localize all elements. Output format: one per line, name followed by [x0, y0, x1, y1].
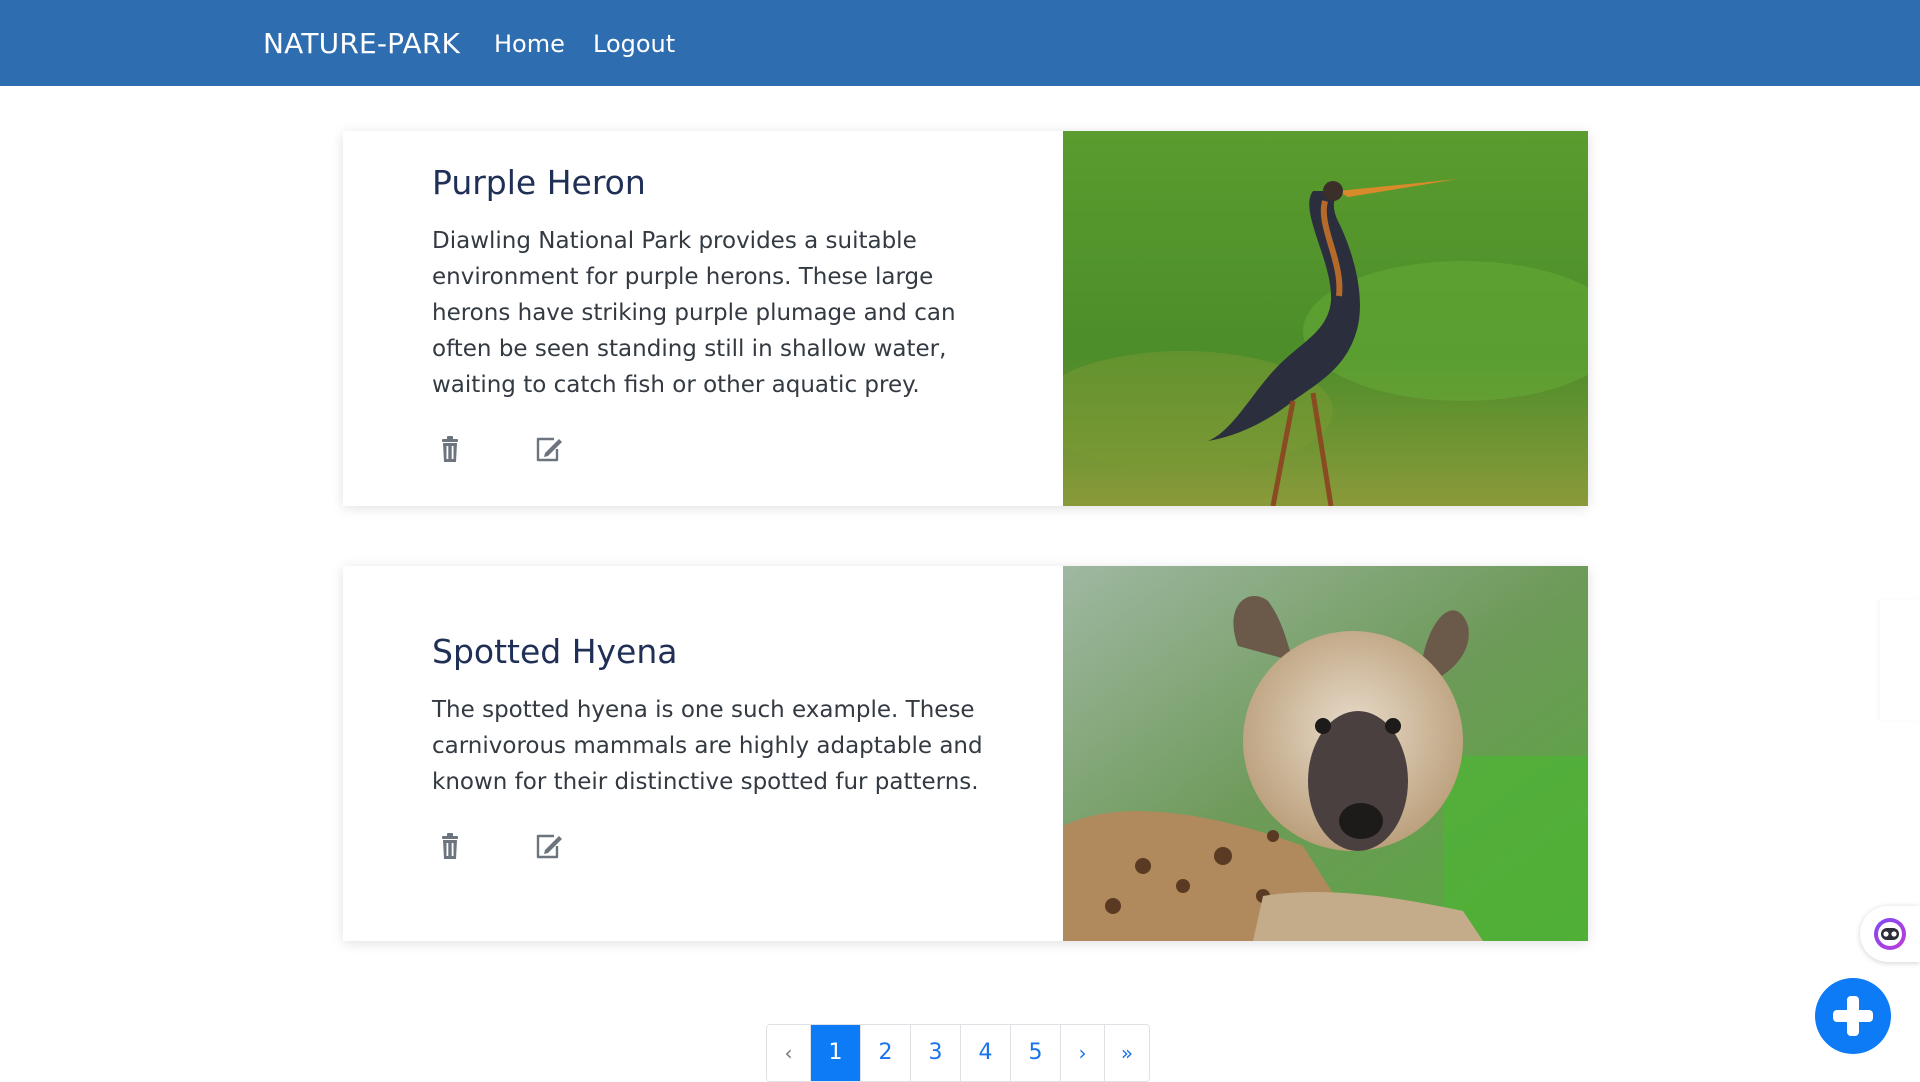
- pagination-page-1[interactable]: 1: [811, 1025, 861, 1081]
- trash-icon[interactable]: [432, 431, 468, 467]
- top-navbar: NATURE-PARK Home Logout: [0, 0, 1920, 86]
- pagination-page-4[interactable]: 4: [961, 1025, 1011, 1081]
- pagination-page-5[interactable]: 5: [1011, 1025, 1061, 1081]
- card-title: Purple Heron: [432, 163, 646, 202]
- assistant-face-icon: [1874, 918, 1906, 950]
- pagination: ‹ 1 2 3 4 5 › »: [766, 1024, 1150, 1082]
- pagination-page-2[interactable]: 2: [861, 1025, 911, 1081]
- add-animal-button[interactable]: [1815, 978, 1891, 1054]
- edit-icon[interactable]: [530, 431, 566, 467]
- edit-icon[interactable]: [530, 828, 566, 864]
- nav-link-home[interactable]: Home: [494, 0, 565, 86]
- pagination-page-3[interactable]: 3: [911, 1025, 961, 1081]
- pagination-last[interactable]: »: [1105, 1025, 1149, 1081]
- edge-panel: [1880, 600, 1920, 720]
- pagination-next[interactable]: ›: [1061, 1025, 1105, 1081]
- nav-link-logout[interactable]: Logout: [593, 0, 675, 86]
- card-body: Spotted Hyena The spotted hyena is one s…: [432, 630, 992, 864]
- card-actions: [432, 828, 992, 864]
- card-description: The spotted hyena is one such example. T…: [432, 697, 983, 795]
- card-title: Spotted Hyena: [432, 632, 678, 671]
- card-actions: [432, 431, 992, 467]
- assistant-widget-button[interactable]: [1860, 906, 1920, 962]
- card-body: Purple Heron Diawling National Park prov…: [432, 161, 992, 467]
- card-description: Diawling National Park provides a suitab…: [432, 228, 956, 398]
- brand-logo[interactable]: NATURE-PARK: [263, 0, 460, 86]
- animal-card: Spotted Hyena The spotted hyena is one s…: [343, 566, 1588, 941]
- plus-icon: [1833, 996, 1873, 1036]
- trash-icon[interactable]: [432, 828, 468, 864]
- animal-card: Purple Heron Diawling National Park prov…: [343, 131, 1588, 506]
- purple-heron-photo: [1063, 131, 1588, 506]
- spotted-hyena-photo: [1063, 566, 1588, 941]
- pagination-prev[interactable]: ‹: [767, 1025, 811, 1081]
